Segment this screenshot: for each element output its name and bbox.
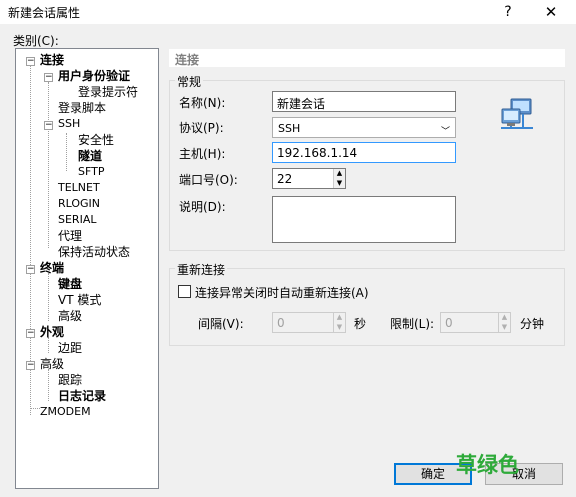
minutes-unit: 分钟: [520, 317, 545, 331]
collapse-icon[interactable]: −: [26, 265, 35, 274]
tree-item-rlogin[interactable]: RLOGIN: [58, 197, 100, 211]
spin-down-icon[interactable]: ▼: [334, 323, 345, 333]
auto-reconnect-checkbox[interactable]: [178, 285, 191, 298]
tree-guide-line: [30, 408, 40, 409]
title-bar: 新建会话属性 ? ✕: [0, 0, 576, 24]
tree-guide-line: [48, 273, 49, 321]
tree-item-security[interactable]: 安全性: [78, 133, 114, 147]
tree-item-telnet[interactable]: TELNET: [58, 181, 100, 195]
tree-item-vt-mode[interactable]: VT 模式: [58, 293, 101, 307]
interval-stepper[interactable]: ▲ ▼: [333, 313, 345, 332]
port-stepper[interactable]: ▲ ▼: [333, 169, 345, 188]
limit-field[interactable]: 0 ▲ ▼: [440, 312, 511, 333]
network-computers-icon: [499, 97, 535, 133]
host-label: 主机(H):: [179, 147, 226, 161]
tree-item-connection[interactable]: 连接: [40, 53, 64, 67]
tree-item-terminal-advanced[interactable]: 高级: [58, 309, 82, 323]
category-tree[interactable]: − 连接 − 用户身份验证 登录提示符 登录脚本 − SSH 安全性 隧道 SF…: [15, 48, 159, 489]
spin-down-icon[interactable]: ▼: [334, 179, 345, 189]
tree-item-ssh[interactable]: SSH: [58, 117, 80, 131]
tree-item-proxy[interactable]: 代理: [58, 229, 82, 243]
collapse-icon[interactable]: −: [26, 57, 35, 66]
general-group-title: 常规: [175, 73, 204, 90]
watermark: 草绿色: [456, 453, 519, 477]
limit-label: 限制(L):: [390, 317, 435, 331]
interval-field[interactable]: 0 ▲ ▼: [272, 312, 346, 333]
tree-item-keyboard[interactable]: 键盘: [58, 277, 82, 291]
description-label: 说明(D):: [179, 200, 226, 214]
category-label: 类别(C):: [13, 34, 59, 48]
interval-label: 间隔(V):: [198, 317, 244, 331]
tree-item-login-script[interactable]: 登录脚本: [58, 101, 106, 115]
tree-item-keepalive[interactable]: 保持活动状态: [58, 245, 130, 259]
tree-item-margin[interactable]: 边距: [58, 341, 82, 355]
collapse-icon[interactable]: −: [26, 361, 35, 370]
tree-item-zmodem[interactable]: ZMODEM: [40, 405, 91, 419]
spin-down-icon[interactable]: ▼: [499, 323, 510, 333]
protocol-label: 协议(P):: [179, 121, 224, 135]
protocol-select-value: SSH: [278, 122, 301, 135]
tree-item-serial[interactable]: SERIAL: [58, 213, 96, 227]
tree-item-logging[interactable]: 日志记录: [58, 389, 106, 403]
port-field[interactable]: 22 ▲ ▼: [272, 168, 346, 189]
limit-stepper[interactable]: ▲ ▼: [498, 313, 510, 332]
interval-value: 0: [277, 316, 285, 330]
help-button[interactable]: ?: [495, 1, 521, 23]
close-button[interactable]: ✕: [537, 1, 565, 23]
collapse-icon[interactable]: −: [44, 121, 53, 130]
tree-guide-line: [48, 337, 49, 353]
window-title: 新建会话属性: [8, 6, 81, 20]
tree-item-advanced[interactable]: 高级: [40, 357, 64, 371]
tree-guide-line: [48, 369, 49, 401]
collapse-icon[interactable]: −: [44, 73, 53, 82]
section-header: 连接: [169, 49, 565, 67]
spin-up-icon[interactable]: ▲: [334, 169, 345, 179]
tree-item-tunnel[interactable]: 隧道: [78, 149, 102, 163]
protocol-select[interactable]: SSH ﹀: [272, 117, 456, 138]
limit-value: 0: [445, 316, 453, 330]
spin-up-icon[interactable]: ▲: [499, 313, 510, 323]
section-title: 连接: [175, 53, 200, 67]
tree-item-login-prompts[interactable]: 登录提示符: [78, 85, 138, 99]
tree-item-appearance[interactable]: 外观: [40, 325, 64, 339]
tree-item-trace[interactable]: 跟踪: [58, 373, 82, 387]
name-field[interactable]: 新建会话: [272, 91, 456, 112]
port-value: 22: [277, 172, 293, 186]
auto-reconnect-label: 连接异常关闭时自动重新连接(A): [195, 286, 369, 300]
tree-guide-line: [66, 133, 67, 171]
tree-item-user-auth[interactable]: 用户身份验证: [58, 69, 130, 83]
reconnect-group: [169, 268, 565, 346]
spin-up-icon[interactable]: ▲: [334, 313, 345, 323]
port-label: 端口号(O):: [179, 173, 238, 187]
tree-item-sftp[interactable]: SFTP: [78, 165, 104, 179]
reconnect-group-title: 重新连接: [175, 261, 228, 278]
chevron-down-icon: ﹀: [440, 127, 450, 137]
name-label: 名称(N):: [179, 96, 226, 110]
tree-item-terminal[interactable]: 终端: [40, 261, 64, 275]
collapse-icon[interactable]: −: [26, 329, 35, 338]
tree-guide-line: [48, 82, 49, 248]
host-field[interactable]: 192.168.1.14: [272, 142, 456, 163]
description-field[interactable]: [272, 196, 456, 243]
seconds-unit: 秒: [354, 317, 367, 331]
